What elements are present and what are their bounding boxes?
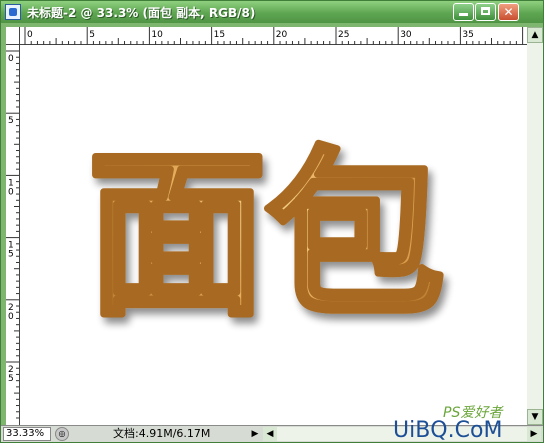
document-info: 文档:4.91M/6.17M	[113, 427, 211, 440]
document-canvas[interactable]: 面包	[20, 45, 527, 425]
maximize-icon	[481, 7, 490, 15]
horizontal-ruler[interactable]: 0 5 10 15 20 25 30 35	[20, 27, 527, 45]
ruler-label: 0	[8, 312, 14, 322]
minimize-button[interactable]	[453, 3, 474, 21]
scroll-left-arrow[interactable]: ◀	[263, 427, 277, 441]
ruler-label: 0	[8, 54, 14, 64]
maximize-button[interactable]	[475, 3, 496, 21]
vertical-ruler-ticks: 0510152025	[6, 50, 19, 419]
watermark-logo: PS爱好者 UiBQ.CoM	[393, 405, 504, 441]
ruler-label: 5	[8, 116, 14, 126]
ruler-label: 30	[400, 30, 412, 40]
ruler-origin[interactable]	[6, 27, 20, 45]
ruler-label: 0	[27, 30, 33, 40]
close-button[interactable]: ✕	[498, 3, 519, 21]
ruler-label: 5	[89, 30, 95, 40]
artwork-text: 面包	[88, 132, 444, 339]
close-icon: ✕	[503, 5, 514, 19]
ruler-label: 25	[338, 30, 349, 40]
document-window: 未标题-2 @ 33.3% (面包 副本, RGB/8) ✕ 0 5 10 15 20 2…	[0, 0, 544, 443]
watermark-text: UiBQ.CoM	[393, 418, 502, 441]
photoshop-document-icon[interactable]	[5, 4, 21, 20]
ruler-label: 15	[214, 30, 225, 40]
vertical-scrollbar[interactable]: ▲ ▼	[527, 27, 543, 425]
title-bar[interactable]: 未标题-2 @ 33.3% (面包 副本, RGB/8) ✕	[1, 1, 543, 23]
ruler-label: 0	[8, 187, 14, 197]
status-menu-arrow[interactable]: ▶	[249, 427, 261, 441]
ruler-label: 35	[462, 30, 473, 40]
ruler-label: 20	[276, 30, 288, 40]
artwork: 面包	[85, 129, 448, 343]
ruler-label: 5	[8, 374, 14, 384]
vertical-ruler[interactable]: 0510152025	[6, 45, 20, 425]
scroll-up-arrow[interactable]: ▲	[527, 27, 543, 43]
ruler-label: 5	[8, 250, 14, 260]
status-options-icon[interactable]: ◎	[55, 427, 69, 441]
zoom-level-field[interactable]: 33.33%	[3, 427, 51, 441]
window-title: 未标题-2 @ 33.3% (面包 副本, RGB/8)	[27, 6, 256, 20]
horizontal-ruler-ticks: 0 5 10 15 20 25 30 35	[24, 27, 524, 45]
minimize-icon	[459, 13, 468, 16]
ruler-label: 10	[151, 30, 163, 40]
